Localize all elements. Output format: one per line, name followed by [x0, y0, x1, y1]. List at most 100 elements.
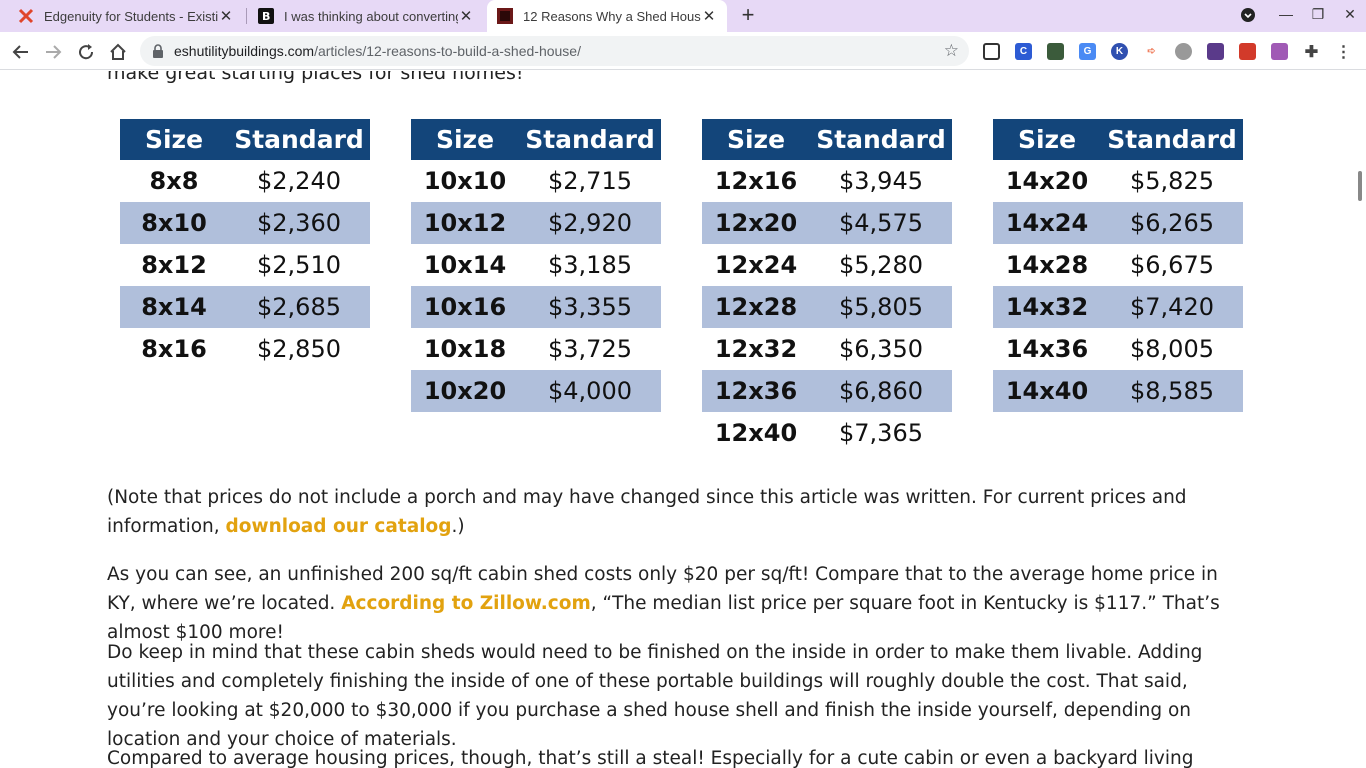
table-row: 10x12 $2,920: [411, 202, 661, 244]
table-row: 10x20 $4,000: [411, 370, 661, 412]
table-row: 14x40 $8,585: [993, 370, 1243, 412]
k-extension-icon[interactable]: K: [1111, 43, 1128, 60]
price-cell: $7,420: [1130, 293, 1214, 321]
address-bar[interactable]: eshutilitybuildings.com/articles/12-reas…: [140, 36, 969, 66]
scrollbar[interactable]: [1356, 71, 1366, 768]
table-header: Size Standard: [120, 119, 370, 160]
scrollbar-thumb[interactable]: [1358, 171, 1362, 201]
size-cell: 12x20: [714, 209, 798, 237]
price-cell: $8,585: [1130, 377, 1214, 405]
size-cell: 12x16: [714, 167, 798, 195]
cube-extension-icon[interactable]: [1207, 43, 1224, 60]
browser-toolbar: eshutilitybuildings.com/articles/12-reas…: [0, 32, 1366, 70]
back-arrow-icon[interactable]: [10, 41, 32, 63]
lock-icon[interactable]: [152, 44, 164, 63]
table-row: 14x36 $8,005: [993, 328, 1243, 370]
price-cell: $3,185: [548, 251, 632, 279]
price-table: Size Standard 10x10 $2,715 10x12 $2,920 10x14 $…: [411, 119, 661, 412]
table-header: Size Standard: [411, 119, 661, 160]
minimize-icon[interactable]: —: [1276, 6, 1296, 22]
table-row: 12x24 $5,280: [702, 244, 952, 286]
table-row: 8x16 $2,850: [120, 328, 370, 370]
table-row: 12x28 $5,805: [702, 286, 952, 328]
arrow-extension-icon[interactable]: ➪: [1143, 43, 1160, 60]
tab-edgenuity[interactable]: Edgenuity for Students - Existing ✕: [8, 0, 244, 32]
menu-kebab-icon[interactable]: ⋮: [1335, 43, 1352, 61]
circle-extension-icon[interactable]: [1175, 43, 1192, 60]
size-cell: 10x14: [423, 251, 507, 279]
forward-arrow-icon[interactable]: [42, 41, 64, 63]
close-icon[interactable]: ✕: [218, 7, 234, 25]
size-cell: 10x18: [423, 335, 507, 363]
size-cell: 8x12: [141, 251, 207, 279]
price-cell: $6,350: [839, 335, 923, 363]
new-tab-plus-icon[interactable]: +: [737, 4, 759, 26]
size-cell: 14x36: [1005, 335, 1089, 363]
puzzle-extensions-icon[interactable]: ✚: [1303, 43, 1320, 61]
size-cell: 12x32: [714, 335, 798, 363]
tab-shed-house[interactable]: 12 Reasons Why a Shed House is ✕: [487, 0, 727, 32]
close-icon[interactable]: ✕: [458, 7, 474, 25]
tab-search-icon[interactable]: [1238, 7, 1258, 26]
edgenuity-favicon-icon: [18, 8, 34, 24]
size-cell: 14x28: [1005, 251, 1089, 279]
table-header: Size Standard: [993, 119, 1243, 160]
b-favicon-icon: B: [258, 8, 274, 24]
price-cell: $4,000: [548, 377, 632, 405]
table-row: 10x16 $3,355: [411, 286, 661, 328]
price-cell: $2,715: [548, 167, 632, 195]
close-icon[interactable]: ✕: [701, 7, 717, 25]
home-icon[interactable]: [107, 41, 129, 63]
price-header: Standard: [816, 125, 946, 154]
tab-strip: Edgenuity for Students - Existing ✕ B I …: [0, 0, 1366, 32]
price-cell: $8,005: [1130, 335, 1214, 363]
size-cell: 8x8: [149, 167, 199, 195]
price-cell: $5,805: [839, 293, 923, 321]
tab-separator: [246, 8, 247, 24]
size-cell: 14x32: [1005, 293, 1089, 321]
paragraph-cost-comparison: As you can see, an unfinished 200 sq/ft …: [107, 560, 1247, 647]
price-table: Size Standard 8x8 $2,240 8x10 $2,360 8x12 $2,51…: [120, 119, 370, 370]
size-cell: 12x24: [714, 251, 798, 279]
price-cell: $6,860: [839, 377, 923, 405]
translate-extension-icon[interactable]: G: [1079, 43, 1096, 60]
qr-code-extension-icon[interactable]: [983, 43, 1000, 60]
price-cell: $2,240: [257, 167, 341, 195]
price-header: Standard: [525, 125, 655, 154]
download-catalog-link[interactable]: download our catalog: [226, 516, 452, 537]
image-extension-icon[interactable]: [1047, 43, 1064, 60]
window-close-icon[interactable]: ✕: [1340, 6, 1360, 23]
size-cell: 8x10: [141, 209, 207, 237]
table-row: 12x20 $4,575: [702, 202, 952, 244]
restore-icon[interactable]: ❐: [1308, 6, 1328, 23]
url-host: eshutilitybuildings.com: [174, 43, 315, 59]
intro-text: make great starting places for shed home…: [107, 71, 524, 84]
paragraph-finishing: Do keep in mind that these cabin sheds w…: [107, 642, 1203, 750]
tab-title: Edgenuity for Students - Existing: [44, 8, 218, 24]
zillow-link[interactable]: According to Zillow.com: [341, 593, 591, 614]
table-row: 8x14 $2,685: [120, 286, 370, 328]
size-cell: 10x20: [423, 377, 507, 405]
price-note: (Note that prices do not include a porch…: [107, 483, 1247, 541]
price-table: Size Standard 14x20 $5,825 14x24 $6,265 14x28 $…: [993, 119, 1243, 412]
size-header: Size: [144, 125, 204, 154]
tab-title: 12 Reasons Why a Shed House is: [523, 8, 701, 24]
table-row: 12x40 $7,365: [702, 412, 952, 454]
purple-extension-icon[interactable]: [1271, 43, 1288, 60]
table-row: 14x20 $5,825: [993, 160, 1243, 202]
price-cell: $2,850: [257, 335, 341, 363]
price-cell: $6,265: [1130, 209, 1214, 237]
c-extension-icon[interactable]: C: [1015, 43, 1032, 60]
table-row: 12x36 $6,860: [702, 370, 952, 412]
table-row: 12x32 $6,350: [702, 328, 952, 370]
bookmark-star-icon[interactable]: ☆: [944, 41, 959, 61]
price-cell: $2,360: [257, 209, 341, 237]
size-cell: 10x12: [423, 209, 507, 237]
tab-converting[interactable]: B I was thinking about converting ✕: [248, 0, 484, 32]
price-cell: $2,510: [257, 251, 341, 279]
reload-icon[interactable]: [75, 41, 97, 63]
price-cell: $5,280: [839, 251, 923, 279]
price-table: Size Standard 12x16 $3,945 12x20 $4,575 12x24 $…: [702, 119, 952, 454]
table-row: 14x24 $6,265: [993, 202, 1243, 244]
red-extension-icon[interactable]: [1239, 43, 1256, 60]
